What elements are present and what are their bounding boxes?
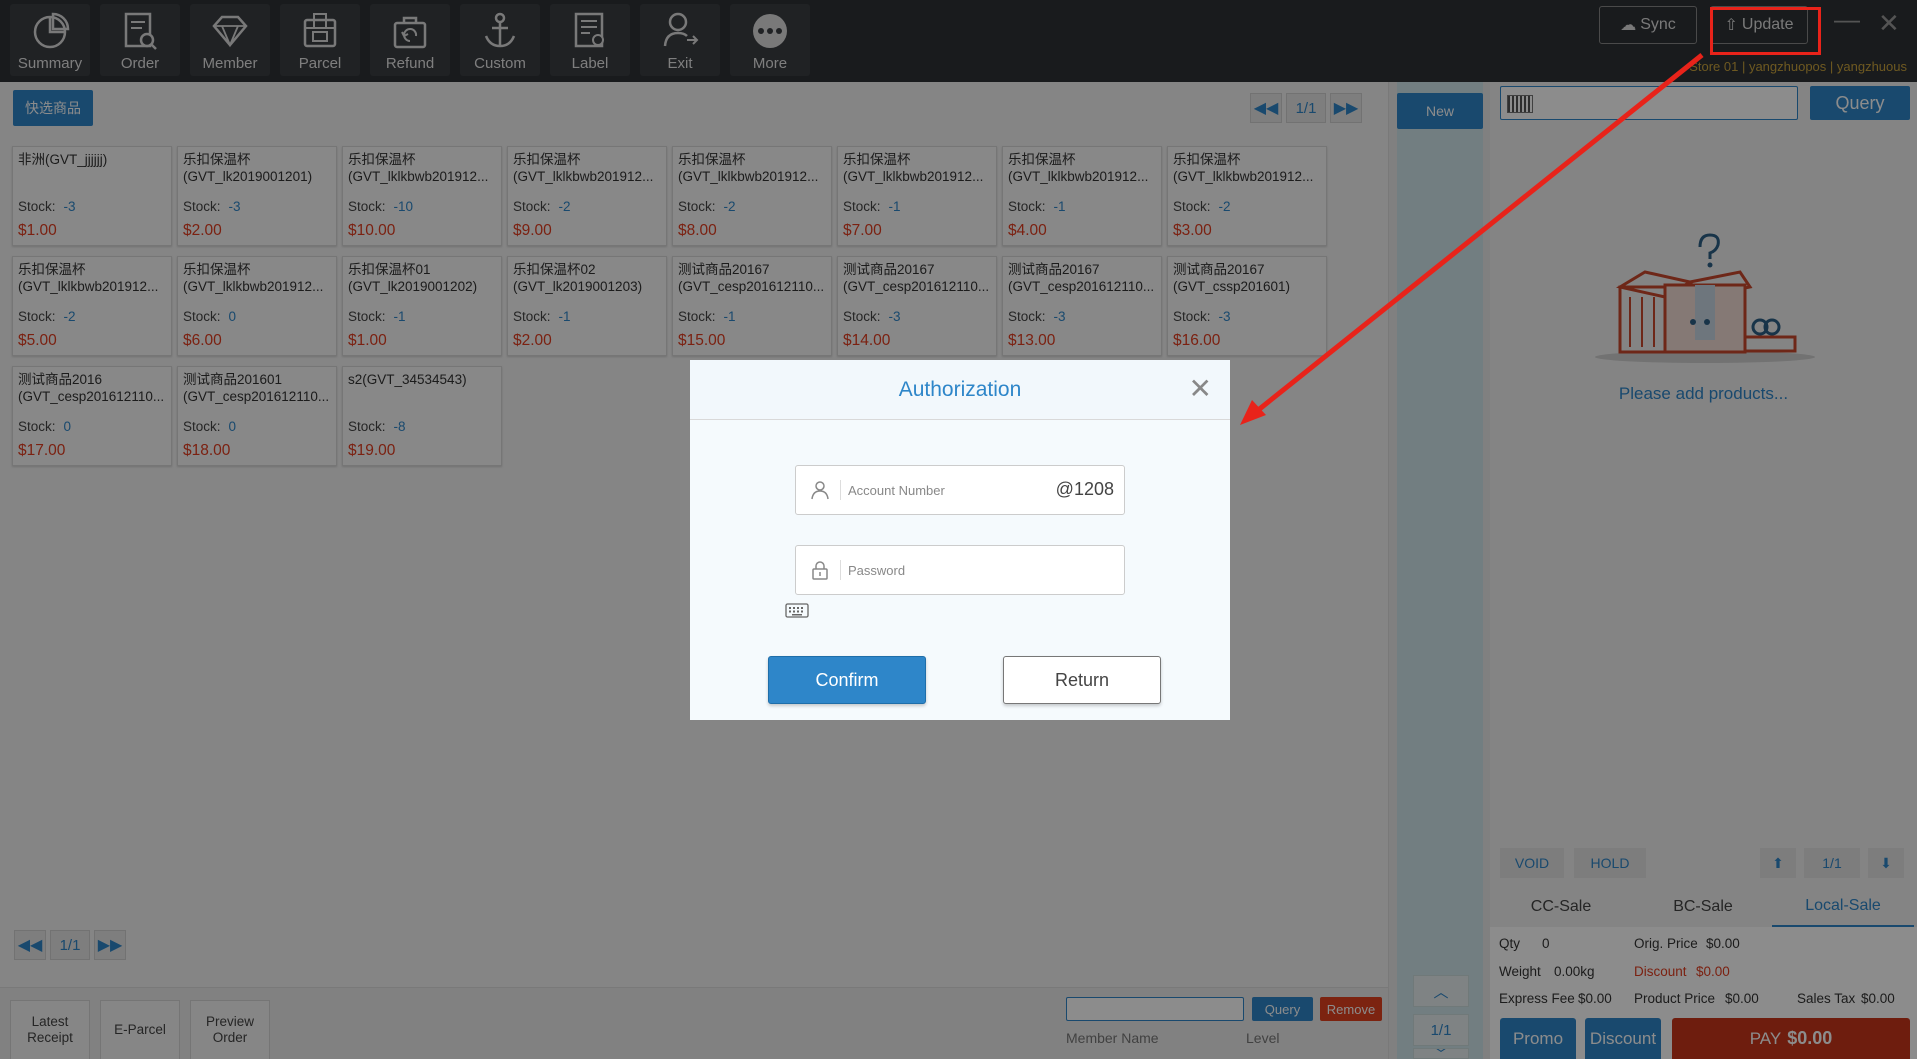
account-suffix: @1208 [1055, 479, 1114, 499]
account-number-input[interactable] [848, 476, 1038, 504]
lock-icon [812, 561, 828, 580]
return-button[interactable]: Return [1003, 656, 1161, 704]
confirm-button[interactable]: Confirm [768, 656, 926, 704]
field-divider [840, 560, 841, 580]
dialog-header: Authorization ✕ [690, 360, 1230, 420]
user-icon [811, 481, 829, 500]
password-input[interactable] [848, 556, 1038, 584]
field-divider [840, 480, 841, 500]
password-field[interactable] [795, 545, 1125, 595]
account-number-field[interactable]: @1208 [795, 465, 1125, 515]
authorization-dialog: Authorization ✕ @1208 Confirm Return [690, 360, 1230, 720]
close-icon[interactable]: ✕ [1189, 372, 1212, 405]
keyboard-icon[interactable] [785, 601, 809, 619]
update-highlight-box [1710, 7, 1821, 55]
dialog-title: Authorization [898, 378, 1022, 401]
